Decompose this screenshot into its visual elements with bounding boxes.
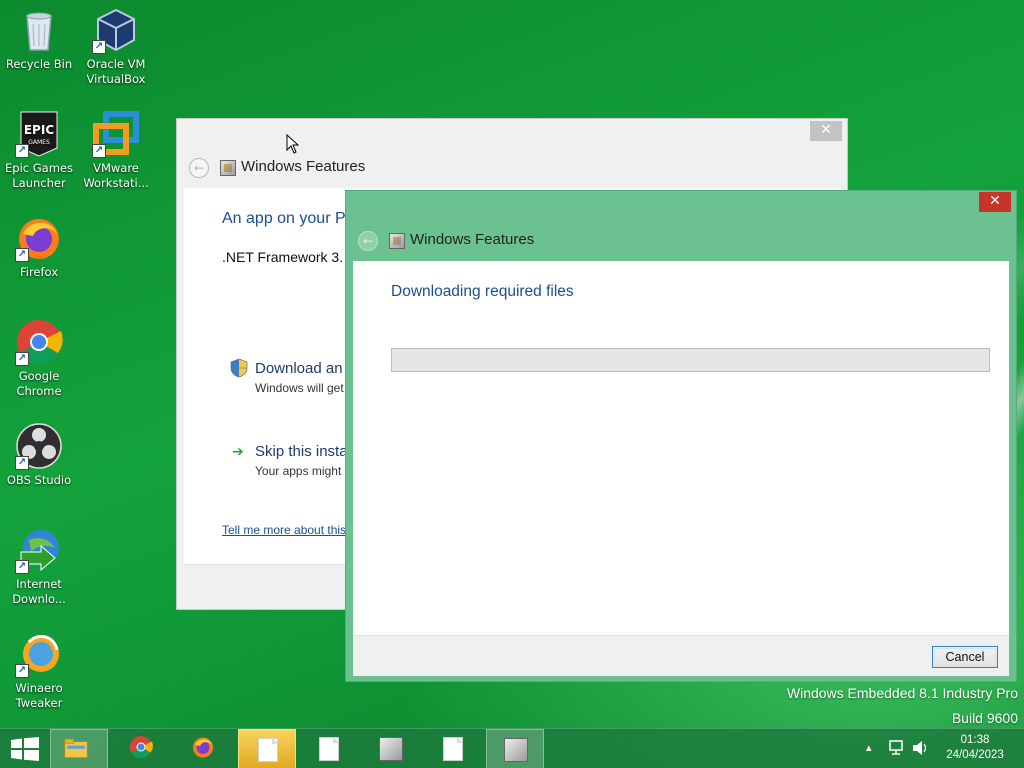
close-button[interactable]: ✕: [979, 192, 1011, 212]
windows-features-icon: [220, 160, 236, 176]
os-build-watermark: Build 9600: [951, 710, 1018, 726]
shortcut-arrow-icon: ↗: [15, 664, 29, 678]
dialog-subtext: .NET Framework 3.: [222, 249, 344, 265]
download-progress-bar: [391, 348, 990, 372]
vmware-icon: ↗: [92, 110, 140, 158]
desktop-icon-label: VMware Workstati...: [83, 161, 149, 190]
document-icon: [258, 738, 278, 762]
winaero-icon: ↗: [15, 630, 63, 678]
desktop-icon-label: Winaero Tweaker: [15, 681, 63, 710]
firefox-icon: ↗: [15, 214, 63, 262]
window-title: Windows Features: [241, 158, 366, 175]
document-icon: [319, 737, 339, 761]
shortcut-arrow-icon: ↗: [92, 144, 106, 158]
window-title: Windows Features: [410, 231, 535, 248]
dialog-footer: Cancel: [353, 635, 1009, 676]
svg-text:EPIC: EPIC: [24, 123, 54, 137]
taskbar-document-2[interactable]: [424, 729, 482, 768]
desktop-icon-recycle-bin[interactable]: Recycle Bin: [1, 6, 77, 72]
windows-features-icon: [389, 233, 405, 249]
desktop-icon-label: Firefox: [19, 265, 59, 279]
dialog-heading: Downloading required files: [391, 283, 574, 300]
desktop-icon-label: OBS Studio: [6, 473, 72, 487]
back-arrow-icon[interactable]: ←: [358, 231, 378, 251]
desktop-icon-firefox[interactable]: ↗ Firefox: [1, 214, 77, 280]
tell-me-more-link[interactable]: Tell me more about this: [222, 523, 346, 537]
recycle-bin-icon: [15, 6, 63, 54]
taskbar-chrome[interactable]: [114, 729, 172, 768]
chrome-icon: ↗: [15, 318, 63, 366]
windows-features-icon: [379, 737, 403, 761]
internet-download-manager-icon: ↗: [15, 526, 63, 574]
desktop-icon-epic-games[interactable]: EPIC GAMES ↗ Epic Games Launcher: [1, 110, 77, 191]
taskbar-windows-features-active[interactable]: [486, 729, 544, 768]
document-icon: [443, 737, 463, 761]
shortcut-arrow-icon: ↗: [15, 560, 29, 574]
taskbar-file-explorer[interactable]: [50, 729, 108, 768]
mouse-cursor-icon: [286, 133, 300, 158]
close-button[interactable]: ✕: [810, 121, 842, 141]
option-skip-title[interactable]: Skip this insta: [255, 443, 348, 460]
uac-shield-icon: [230, 358, 250, 378]
clock-date: 24/04/2023: [946, 749, 1004, 761]
network-icon[interactable]: [888, 740, 906, 756]
option-skip-desc: Your apps might: [255, 464, 342, 478]
desktop-icon-obs[interactable]: ↗ OBS Studio: [1, 422, 77, 488]
green-arrow-icon: ➔: [232, 444, 244, 460]
firefox-icon: [193, 737, 213, 758]
shortcut-arrow-icon: ↗: [15, 456, 29, 470]
taskbar-windows-features[interactable]: [362, 729, 420, 768]
desktop-icon-vmware[interactable]: ↗ VMware Workstati...: [78, 110, 154, 191]
dialog-content: Downloading required files: [353, 261, 1009, 635]
shortcut-arrow-icon: ↗: [15, 144, 29, 158]
back-arrow-icon[interactable]: ←: [189, 158, 209, 178]
desktop-icon-chrome[interactable]: ↗ Google Chrome: [1, 318, 77, 399]
obs-icon: ↗: [15, 422, 63, 470]
start-button[interactable]: [0, 729, 48, 768]
chrome-icon: [130, 736, 153, 758]
windows-logo-icon: [11, 737, 39, 761]
cancel-button[interactable]: Cancel: [932, 646, 998, 668]
tray-expand-button[interactable]: ▴: [866, 728, 880, 768]
epic-games-icon: EPIC GAMES ↗: [15, 110, 63, 158]
option-download-title[interactable]: Download an: [255, 360, 343, 377]
desktop-icon-label: Oracle VM VirtualBox: [86, 57, 146, 86]
os-version-watermark: Windows Embedded 8.1 Industry Pro: [786, 685, 1018, 701]
clock-time: 01:38: [960, 734, 990, 746]
taskbar-firefox[interactable]: [176, 729, 234, 768]
desktop-icon-winaero[interactable]: ↗ Winaero Tweaker: [1, 630, 77, 711]
shortcut-arrow-icon: ↗: [15, 352, 29, 366]
desktop-icon-virtualbox[interactable]: ↗ Oracle VM VirtualBox: [78, 6, 154, 87]
dialog-heading: An app on your PC: [222, 210, 358, 227]
svg-text:GAMES: GAMES: [28, 139, 50, 146]
windows-features-dialog-downloading[interactable]: ✕ ← Windows Features Downloading require…: [345, 190, 1017, 682]
desktop-icon-label: Internet Downlo...: [12, 577, 66, 606]
virtualbox-icon: ↗: [92, 6, 140, 54]
taskbar-document[interactable]: [300, 729, 358, 768]
shortcut-arrow-icon: ↗: [92, 40, 106, 54]
desktop-icon-label: Recycle Bin: [5, 57, 73, 71]
desktop-icon-internet-download-manager[interactable]: ↗ Internet Downlo...: [1, 526, 77, 607]
desktop-icon-label: Epic Games Launcher: [5, 161, 73, 190]
taskbar-document-highlighted[interactable]: [238, 729, 296, 768]
shortcut-arrow-icon: ↗: [15, 248, 29, 262]
windows-features-icon: [504, 738, 528, 762]
volume-icon[interactable]: [912, 740, 930, 756]
desktop-icon-label: Google Chrome: [16, 369, 62, 398]
clock[interactable]: 01:38 24/04/2023: [940, 728, 1010, 768]
file-explorer-icon: [64, 738, 88, 758]
option-download-desc: Windows will get: [255, 381, 344, 395]
